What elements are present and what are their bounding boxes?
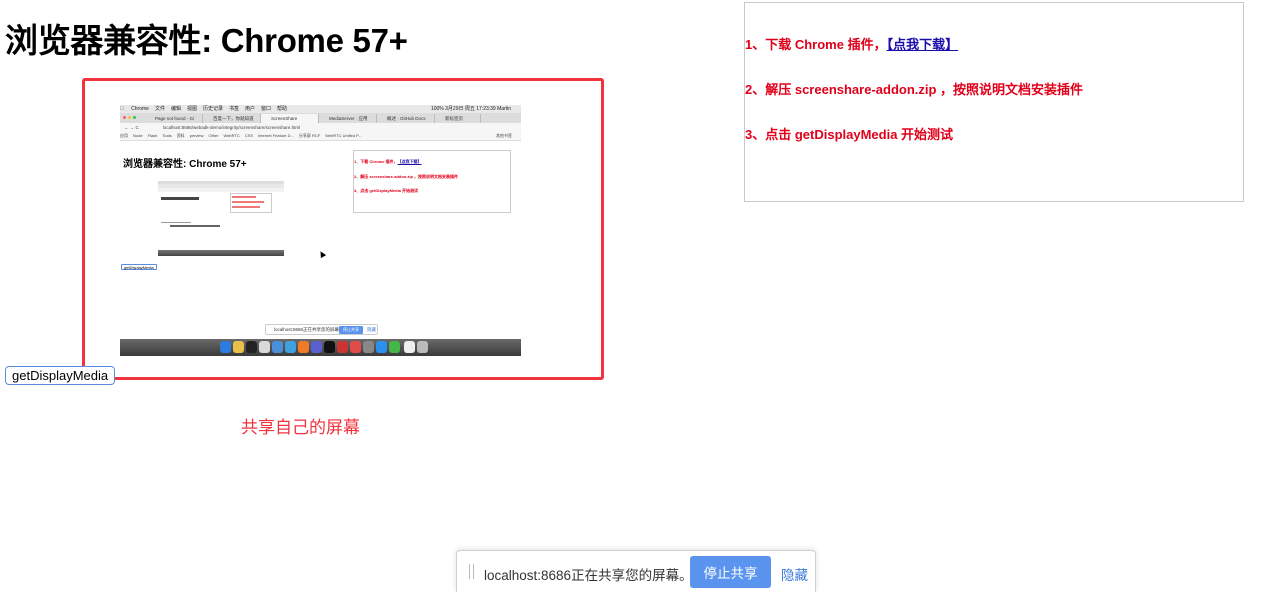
hide-button[interactable]: 隐藏: [781, 564, 808, 584]
instruction-step-2: 2、解压 screenshare-addon.zip ，按照说明文档安装插件: [745, 82, 1084, 97]
preview-address-bar: ← → Clocalhost:8686/webadk-demo/integrit…: [120, 123, 521, 132]
preview-recursive-screen: [158, 181, 284, 259]
dock-app-icon: [363, 341, 374, 353]
preview-page-title: 浏览器兼容性: Chrome 57+: [123, 159, 247, 170]
preview-instructions-panel: 1、下载 Chrome 插件，【点我下载】 2、解压 screenshare-a…: [353, 150, 511, 213]
dock-qq-icon: [246, 341, 257, 353]
preview-tab: Page not found · Gi: [145, 114, 203, 123]
preview-dock: [120, 339, 521, 356]
drag-handle-icon[interactable]: [469, 564, 474, 579]
instructions-panel: 1、下载 Chrome 插件，【点我下载】 2、解压 screenshare-a…: [744, 2, 1244, 202]
preview-tab: MediaServer · 应用: [319, 114, 377, 123]
dock-app-icon: [337, 341, 348, 353]
dock-chrome-icon: [233, 341, 244, 353]
preview-tab: 概述 · GitHub Docs: [377, 114, 435, 123]
dock-doc-icon: [404, 341, 415, 353]
preview-stop-button: 停止共享: [339, 326, 363, 334]
cursor-icon: [317, 249, 327, 259]
preview-bookmarks-bar: 应用 Node Flash Tools 资料 preview Other WebRTC CSS I…: [120, 132, 521, 141]
dock-trash-icon: [417, 341, 428, 353]
instruction-step-1: 1、下载 Chrome 插件，【点我下载】: [745, 34, 958, 53]
dock-terminal-icon: [324, 341, 335, 353]
dock-app-icon: [311, 341, 322, 353]
preview-hide-link: 隐藏: [367, 327, 376, 332]
dock-app-icon: [259, 341, 270, 353]
preview-step-3: 3、点击 getDisplayMedia 开始测试: [354, 188, 419, 193]
getdisplaymedia-button[interactable]: getDisplayMedia: [5, 366, 116, 385]
preview-tab-strip: Page not found · Gi 百度一下，你就知道 ScreenShar…: [120, 113, 521, 123]
stop-sharing-button[interactable]: 停止共享: [690, 556, 771, 588]
dock-app-icon: [298, 341, 309, 353]
download-plugin-link[interactable]: 【点我下载】: [887, 37, 959, 52]
instruction-step-3: 3、点击 getDisplayMedia 开始测试: [745, 127, 954, 142]
preview-step-2: 2、解压 screenshare-addon.zip ，按照说明文档安装插件: [354, 174, 459, 179]
preview-getdisplaymedia-button: getDisplayMedia: [121, 264, 157, 270]
dock-finder-icon: [220, 341, 231, 353]
dock-app-icon: [376, 341, 387, 353]
step-1-text: 1、下载 Chrome 插件，: [745, 37, 887, 52]
dock-app-icon: [272, 341, 283, 353]
screen-share-notification-bar: localhost:8686正在共享您的屏幕。 停止共享 隐藏: [456, 550, 816, 592]
preview-tab: 新标签页: [435, 114, 481, 123]
screen-share-preview:  Chrome文件编辑视图历史记录书签用户窗口帮助 100% 3月29日 周五…: [82, 78, 604, 380]
preview-tab-active: ScreenShare: [261, 114, 319, 123]
share-message: localhost:8686正在共享您的屏幕。: [484, 568, 693, 583]
preview-caption: 共享自己的屏幕: [241, 418, 360, 437]
preview-tab: 百度一下，你就知道: [203, 114, 261, 123]
dock-app-icon: [285, 341, 296, 353]
dock-app-icon: [350, 341, 361, 353]
preview-step-1: 1、下载 Chrome 插件，【点我下载】: [354, 159, 422, 164]
preview-share-bar: localhost:8686正在共享您的屏幕。 停止共享 隐藏: [265, 324, 378, 335]
page-title: 浏览器兼容性: Chrome 57+: [5, 22, 408, 59]
preview-menubar:  Chrome文件编辑视图历史记录书签用户窗口帮助 100% 3月29日 周五…: [120, 105, 521, 113]
preview-share-message: localhost:8686正在共享您的屏幕。: [274, 327, 344, 332]
dock-app-icon: [389, 341, 400, 353]
